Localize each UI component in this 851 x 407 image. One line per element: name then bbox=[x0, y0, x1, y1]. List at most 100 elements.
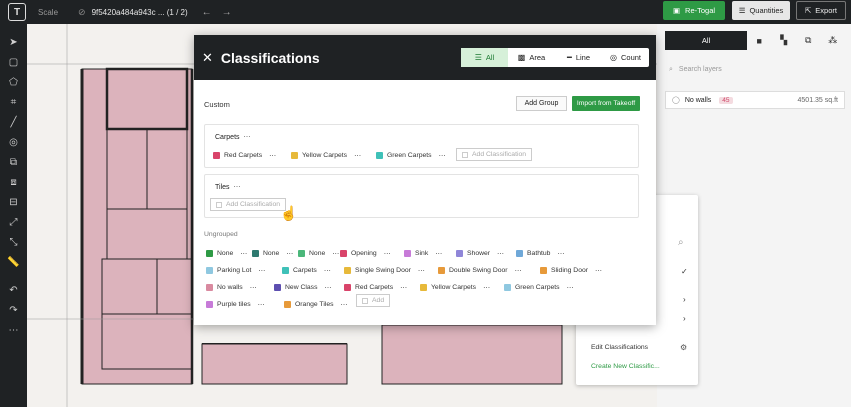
group-carpets: Carpets ⋯ Red Carpets ⋯ Yellow Carpets ⋯ … bbox=[204, 124, 639, 168]
ungrouped-chip[interactable]: Sink ⋯ bbox=[404, 247, 442, 260]
more-icon[interactable]: ⋯ bbox=[324, 284, 331, 292]
search-layers[interactable]: ⌕ Search layers bbox=[669, 66, 722, 74]
rectangle-tool-icon[interactable]: ▢ bbox=[0, 52, 27, 72]
paste-tool-icon[interactable]: ⧈ bbox=[0, 172, 27, 192]
more-icon[interactable]: ⋯ bbox=[435, 250, 442, 258]
group-more-icon[interactable]: ⋯ bbox=[234, 184, 241, 191]
ungrouped-chip[interactable]: None ⋯ bbox=[252, 247, 293, 260]
chevron-right-icon[interactable]: › bbox=[683, 314, 686, 323]
more-icon[interactable]: ⋯ bbox=[567, 284, 574, 292]
ungrouped-chip[interactable]: Sliding Door ⋯ bbox=[540, 264, 602, 277]
ruler-tool-icon[interactable]: 📏 bbox=[0, 252, 27, 272]
more-icon[interactable]: ⋯ bbox=[341, 301, 348, 309]
add-classification-button[interactable]: Add Classification bbox=[210, 198, 287, 211]
close-icon[interactable]: ✕ bbox=[202, 50, 213, 66]
more-icon[interactable]: ⋯ bbox=[332, 250, 339, 258]
chip-label: Shower bbox=[467, 250, 491, 257]
chip-red-carpets[interactable]: Red Carpets ⋯ bbox=[213, 149, 276, 162]
ungrouped-chip[interactable]: None ⋯ bbox=[206, 247, 247, 260]
more-icon[interactable]: ⋯ bbox=[418, 267, 425, 275]
ungrouped-chip[interactable]: Red Carpets ⋯ bbox=[344, 281, 407, 294]
ungrouped-chip[interactable]: Shower ⋯ bbox=[456, 247, 504, 260]
split-tool-icon[interactable]: ⊟ bbox=[0, 192, 27, 212]
import-from-takeoff-button[interactable]: Import from Takeoff bbox=[572, 96, 640, 111]
scale-button[interactable]: Scale bbox=[38, 8, 58, 17]
ungrouped-chip[interactable]: Orange Tiles ⋯ bbox=[284, 298, 347, 311]
line-filter-icon[interactable]: ▚ bbox=[772, 31, 797, 50]
search-icon[interactable]: ⌕ bbox=[678, 237, 684, 248]
add-group-button[interactable]: Add Group bbox=[516, 96, 567, 111]
left-toolbar: ➤ ▢ ⬠ ⌗ ╱ ◎ ⧉ ⧈ ⊟ ⤢ ⤡ 📏 ↶ ↷ ⋯ bbox=[0, 24, 27, 407]
count-filter-icon[interactable]: ⧉ bbox=[796, 31, 821, 50]
ungrouped-chip[interactable]: Bathtub ⋯ bbox=[516, 247, 564, 260]
copy-tool-icon[interactable]: ⧉ bbox=[0, 152, 27, 172]
ungrouped-chip[interactable]: None ⋯ bbox=[298, 247, 339, 260]
ungrouped-chip[interactable]: Yellow Carpets ⋯ bbox=[420, 281, 490, 294]
more-icon[interactable]: ⋯ bbox=[439, 152, 446, 160]
swatch bbox=[344, 267, 351, 274]
filter-line[interactable]: ━ Line bbox=[555, 48, 602, 67]
more-icon[interactable]: ⋯ bbox=[0, 320, 27, 340]
more-icon[interactable]: ⋯ bbox=[258, 301, 265, 309]
more-icon[interactable]: ⋯ bbox=[269, 152, 276, 160]
select-tool-icon[interactable]: ➤ bbox=[0, 32, 27, 52]
chip-label: Single Swing Door bbox=[355, 267, 411, 274]
more-icon[interactable]: ⋯ bbox=[384, 250, 391, 258]
add-ungrouped-button[interactable]: Add bbox=[356, 294, 391, 307]
ungrouped-chip[interactable]: Carpets ⋯ bbox=[282, 264, 331, 277]
chip-label: Sink bbox=[415, 250, 429, 257]
ungrouped-chip[interactable]: Parking Lot ⋯ bbox=[206, 264, 265, 277]
quantities-button[interactable]: ☰ Quantities bbox=[732, 1, 790, 20]
ungrouped-chip[interactable]: Double Swing Door ⋯ bbox=[438, 264, 521, 277]
export-button[interactable]: ⇱ Export bbox=[796, 1, 846, 20]
count-tool-icon[interactable]: ◎ bbox=[0, 132, 27, 152]
more-icon[interactable]: ⋯ bbox=[497, 250, 504, 258]
more-icon[interactable]: ⋯ bbox=[483, 284, 490, 292]
more-icon[interactable]: ⋯ bbox=[240, 250, 247, 258]
app-logo[interactable]: T bbox=[8, 3, 26, 21]
redo-icon[interactable]: ↷ bbox=[0, 300, 27, 320]
measure-tool-icon[interactable]: ⤡ bbox=[0, 232, 27, 252]
ungrouped-chip[interactable]: No walls ⋯ bbox=[206, 281, 256, 294]
document-title[interactable]: 9f5420a484a943c ... (1 / 2) bbox=[92, 8, 188, 17]
line-tool-icon[interactable]: ╱ bbox=[0, 112, 27, 132]
create-classification-item[interactable]: Create New Classific... bbox=[591, 363, 660, 370]
more-icon[interactable]: ⋯ bbox=[595, 267, 602, 275]
group-more-icon[interactable]: ⋯ bbox=[244, 134, 251, 141]
ungrouped-chip[interactable]: Green Carpets ⋯ bbox=[504, 281, 573, 294]
retogal-button[interactable]: ▣ Re-Togal bbox=[663, 1, 725, 20]
more-icon[interactable]: ⋯ bbox=[286, 250, 293, 258]
more-icon[interactable]: ⋯ bbox=[250, 284, 257, 292]
ungrouped-chip[interactable]: New Class ⋯ bbox=[274, 281, 331, 294]
more-icon[interactable]: ⋯ bbox=[258, 267, 265, 275]
chip-label: Orange Tiles bbox=[295, 301, 334, 308]
more-icon[interactable]: ⋯ bbox=[324, 267, 331, 275]
filter-area[interactable]: ▩ Area bbox=[508, 48, 555, 67]
ungrouped-chip[interactable]: Purple tiles ⋯ bbox=[206, 298, 264, 311]
area-filter-icon[interactable]: ■ bbox=[747, 31, 772, 50]
edit-classifications-item[interactable]: Edit Classifications bbox=[591, 344, 648, 351]
more-icon[interactable]: ⋯ bbox=[354, 152, 361, 160]
filter-count[interactable]: ◎ Count bbox=[602, 48, 649, 67]
more-icon[interactable]: ⋯ bbox=[400, 284, 407, 292]
search-icon: ⌕ bbox=[669, 66, 673, 73]
back-arrow-icon[interactable]: ← bbox=[202, 7, 212, 18]
undo-icon[interactable]: ↶ bbox=[0, 280, 27, 300]
path-tool-icon[interactable]: ⤢ bbox=[0, 212, 27, 232]
grid-filter-icon[interactable]: ⁂ bbox=[821, 31, 846, 50]
crop-tool-icon[interactable]: ⌗ bbox=[0, 92, 27, 112]
segment-all[interactable]: All bbox=[665, 31, 747, 50]
radio-icon[interactable]: ◯ bbox=[672, 96, 680, 104]
chevron-right-icon[interactable]: › bbox=[683, 295, 686, 304]
layer-row[interactable]: ◯ No walls 45 4501.35 sq.ft bbox=[665, 91, 845, 109]
more-icon[interactable]: ⋯ bbox=[515, 267, 522, 275]
chip-yellow-carpets[interactable]: Yellow Carpets ⋯ bbox=[291, 149, 361, 162]
ungrouped-chip[interactable]: Single Swing Door ⋯ bbox=[344, 264, 425, 277]
filter-all[interactable]: ☰ All bbox=[461, 48, 508, 67]
more-icon[interactable]: ⋯ bbox=[557, 250, 564, 258]
polygon-tool-icon[interactable]: ⬠ bbox=[0, 72, 27, 92]
chip-green-carpets[interactable]: Green Carpets ⋯ bbox=[376, 149, 445, 162]
add-classification-button[interactable]: Add Classification bbox=[456, 148, 533, 161]
ungrouped-chip[interactable]: Opening ⋯ bbox=[340, 247, 391, 260]
forward-arrow-icon[interactable]: → bbox=[222, 7, 232, 18]
